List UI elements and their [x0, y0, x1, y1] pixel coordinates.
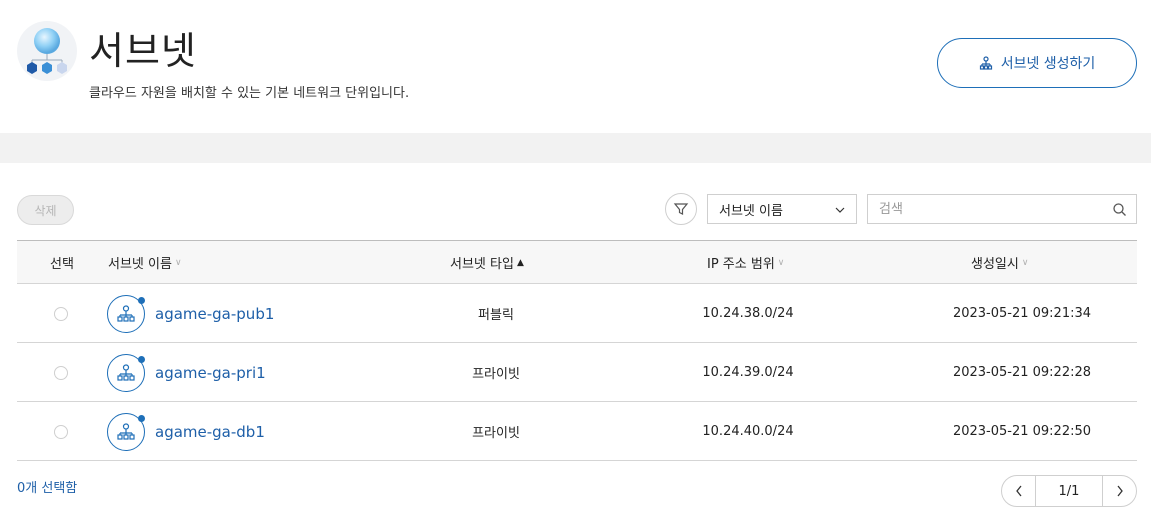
subnet-name-link[interactable]: agame-ga-db1	[155, 423, 265, 441]
delete-button[interactable]: 삭제	[17, 195, 74, 225]
table-row: agame-ga-pub1 퍼블릭 10.24.38.0/24 2023-05-…	[17, 284, 1137, 343]
column-select: 선택	[50, 241, 74, 284]
row-select-radio[interactable]	[54, 306, 68, 321]
ip-range: 10.24.38.0/24	[702, 306, 794, 321]
column-ip-range-label: IP 주소 범위	[707, 257, 775, 272]
column-type[interactable]: 서브넷 타입 ▲	[450, 241, 524, 284]
subnet-name-link[interactable]: agame-ga-pub1	[155, 305, 274, 323]
chevron-down-icon	[835, 207, 845, 213]
status-dot	[138, 296, 145, 304]
status-dot	[138, 414, 145, 422]
column-name[interactable]: 서브넷 이름 ∨	[108, 241, 182, 284]
create-subnet-label: 서브넷 생성하기	[1000, 56, 1096, 72]
search-box	[867, 194, 1137, 224]
selected-count: 0개 선택함	[17, 481, 78, 496]
create-subnet-button[interactable]: 서브넷 생성하기	[937, 38, 1137, 88]
row-ip-cell: 10.24.38.0/24	[669, 284, 827, 343]
subnet-hierarchy-icon	[107, 353, 145, 392]
created-at: 2023-05-21 09:22:50	[952, 424, 1092, 439]
pagination: 1/1	[1001, 475, 1137, 507]
row-name-cell: agame-ga-db1	[107, 402, 265, 461]
row-created-cell: 2023-05-21 09:21:34	[917, 284, 1127, 343]
created-at: 2023-05-21 09:22:28	[952, 365, 1092, 380]
page-subtitle: 클라우드 자원을 배치할 수 있는 기본 네트워크 단위입니다.	[89, 86, 410, 101]
row-type-cell: 퍼블릭	[417, 284, 575, 343]
subnet-type: 퍼블릭	[478, 308, 514, 323]
row-select-radio[interactable]	[54, 424, 68, 439]
row-select-cell	[54, 284, 68, 343]
row-type-cell: 프라이빗	[417, 343, 575, 402]
column-select-label: 선택	[50, 257, 74, 272]
search-field-select[interactable]: 서브넷 이름	[707, 194, 857, 224]
hierarchy-icon	[979, 56, 993, 70]
subnet-type: 프라이빗	[472, 426, 520, 441]
subnet-name-link[interactable]: agame-ga-pri1	[155, 364, 266, 382]
subnet-logo-icon	[17, 21, 77, 81]
subnet-hierarchy-icon	[107, 412, 145, 451]
status-dot	[138, 355, 145, 363]
column-ip-range[interactable]: IP 주소 범위 ∨	[707, 241, 784, 284]
search-icon[interactable]	[1112, 202, 1127, 217]
table-row: agame-ga-pri1 프라이빗 10.24.39.0/24 2023-05…	[17, 343, 1137, 402]
sort-icon: ∨	[1021, 257, 1029, 268]
section-divider	[0, 133, 1151, 163]
row-name-cell: agame-ga-pub1	[107, 284, 274, 343]
row-select-cell	[54, 343, 68, 402]
funnel-icon	[673, 203, 689, 215]
subnet-type: 프라이빗	[472, 367, 520, 382]
column-created-label: 생성일시	[971, 257, 1019, 272]
sort-icon: ∨	[777, 257, 785, 268]
chevron-right-icon	[1116, 485, 1123, 497]
row-created-cell: 2023-05-21 09:22:50	[917, 402, 1127, 461]
row-type-cell: 프라이빗	[417, 402, 575, 461]
subnet-table: 선택 서브넷 이름 ∨ 서브넷 타입 ▲ IP 주소 범위 ∨ 생성일시 ∨ a…	[17, 240, 1137, 461]
page-header: 서브넷 클라우드 자원을 배치할 수 있는 기본 네트워크 단위입니다. 서브넷…	[0, 0, 1151, 133]
row-select-radio[interactable]	[54, 365, 68, 380]
sort-ascending-icon: ▲	[516, 257, 524, 268]
page-title: 서브넷	[89, 29, 197, 73]
column-name-label: 서브넷 이름	[108, 257, 172, 272]
ip-range: 10.24.39.0/24	[702, 365, 794, 380]
table-header: 선택 서브넷 이름 ∨ 서브넷 타입 ▲ IP 주소 범위 ∨ 생성일시 ∨	[17, 241, 1137, 284]
next-page-button[interactable]	[1103, 476, 1136, 506]
column-type-label: 서브넷 타입	[450, 257, 514, 272]
table-row: agame-ga-db1 프라이빗 10.24.40.0/24 2023-05-…	[17, 402, 1137, 461]
row-name-cell: agame-ga-pri1	[107, 343, 266, 402]
search-field-select-value: 서브넷 이름	[719, 203, 783, 219]
ip-range: 10.24.40.0/24	[702, 424, 794, 439]
sort-icon: ∨	[174, 257, 182, 268]
row-select-cell	[54, 402, 68, 461]
subnet-hierarchy-icon	[107, 294, 145, 333]
column-created[interactable]: 생성일시 ∨	[971, 241, 1028, 284]
chevron-left-icon	[1015, 485, 1022, 497]
row-ip-cell: 10.24.39.0/24	[669, 343, 827, 402]
created-at: 2023-05-21 09:21:34	[952, 306, 1092, 321]
prev-page-button[interactable]	[1002, 476, 1035, 506]
row-created-cell: 2023-05-21 09:22:28	[917, 343, 1127, 402]
search-input[interactable]	[868, 195, 1098, 223]
row-ip-cell: 10.24.40.0/24	[669, 402, 827, 461]
page-info: 1/1	[1035, 476, 1103, 506]
filter-button[interactable]	[665, 193, 697, 225]
